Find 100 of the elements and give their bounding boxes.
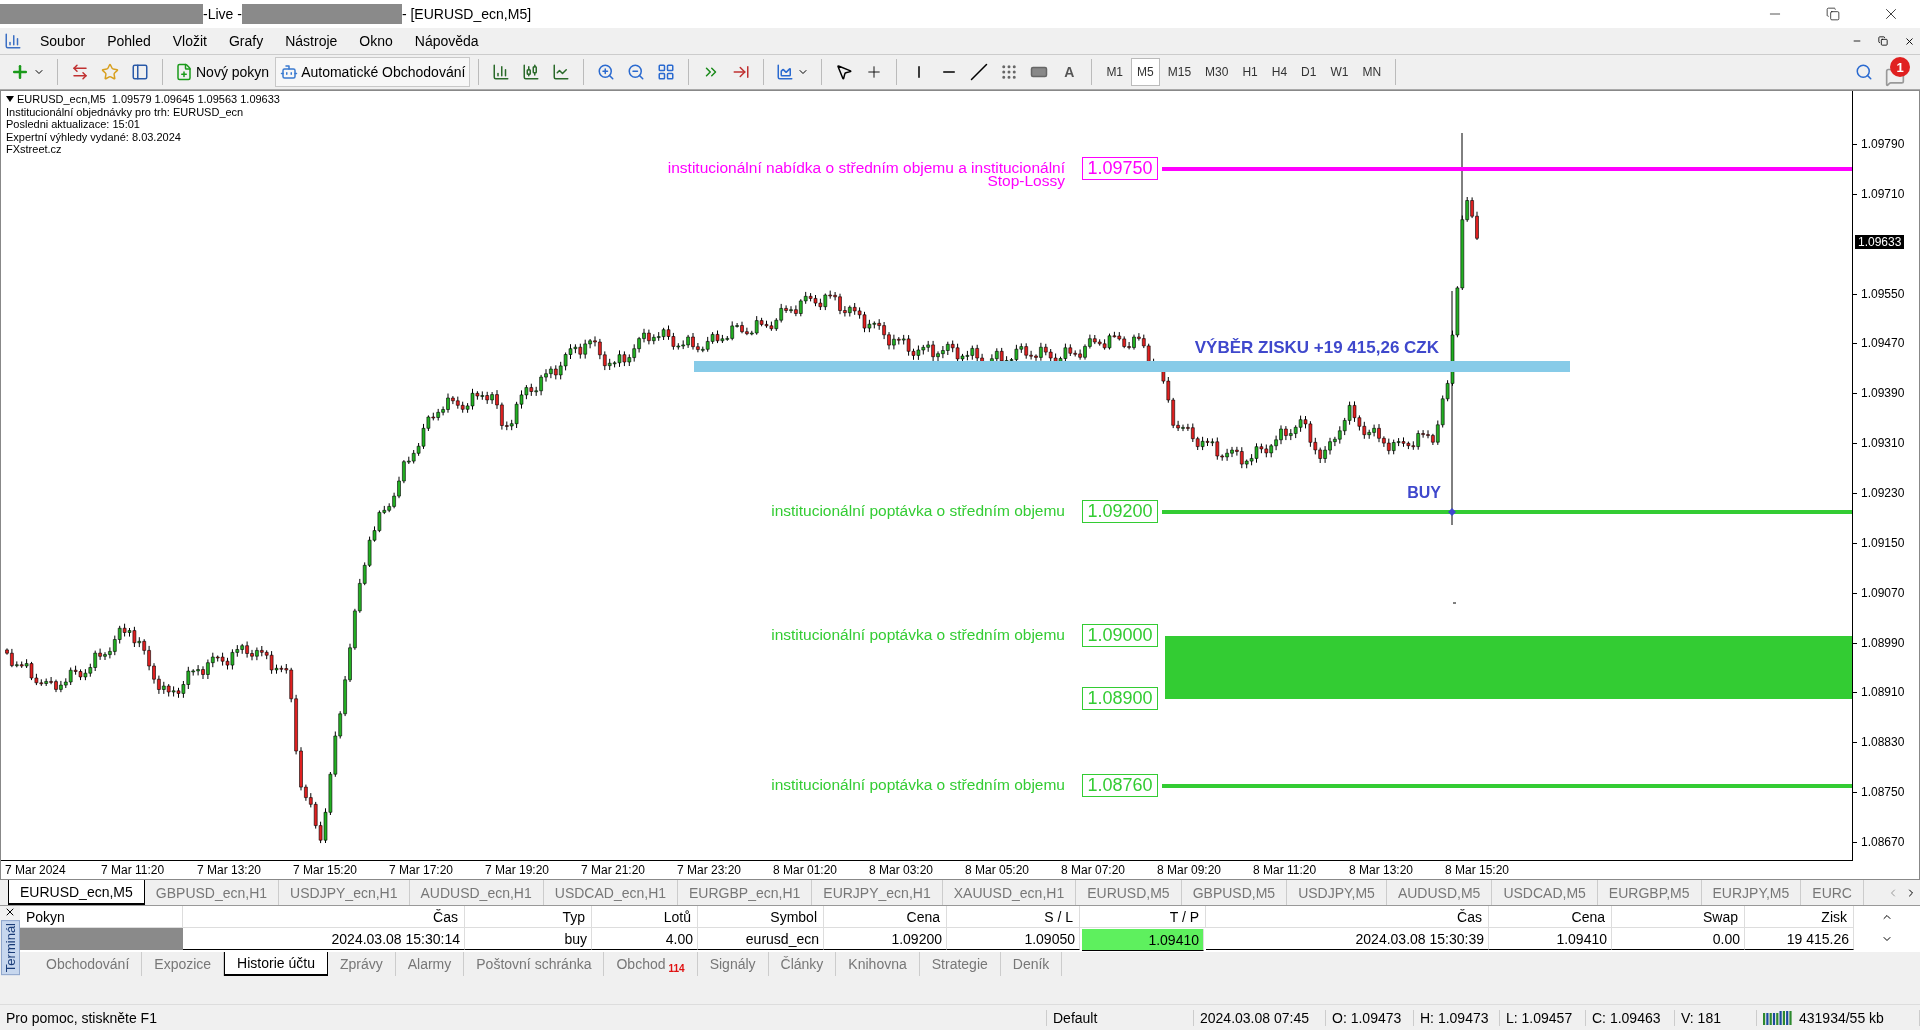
time-tick-label: 7 Mar 13:20: [197, 862, 263, 879]
timeframe-button[interactable]: M30: [1199, 58, 1235, 86]
auto-trading-button[interactable]: Automatické Obchodování: [275, 57, 471, 87]
search-icon[interactable]: [1855, 63, 1873, 81]
price-tick-label: 1.09070: [1861, 585, 1905, 600]
timeframe-button[interactable]: W1: [1324, 58, 1355, 86]
time-tick-label: 7 Mar 19:20: [485, 862, 551, 879]
info-line: FXstreet.cz: [6, 143, 63, 156]
cursor-icon[interactable]: [835, 63, 854, 81]
terminal-tab[interactable]: Články: [768, 952, 837, 976]
area-chart-icon[interactable]: [776, 63, 795, 81]
order-count: 114: [668, 962, 685, 974]
terminal-tab[interactable]: Signály: [697, 952, 769, 976]
info-line: Expertní výhledy vydané: 8.03.2024: [6, 130, 182, 143]
restore-icon[interactable]: [1826, 7, 1840, 21]
chart-tab[interactable]: EURGBP_ecn,H1: [678, 880, 813, 905]
menu-item[interactable]: Vložit: [162, 33, 219, 49]
price-level-box: 1.08900: [1082, 686, 1158, 710]
menu-item[interactable]: Grafy: [219, 33, 276, 49]
time-tick-label: 7 Mar 17:20: [389, 862, 455, 879]
panel-icon[interactable]: [131, 63, 149, 81]
column-header[interactable]: T / P: [1080, 906, 1206, 928]
price-tick-label: 1.09710: [1861, 186, 1905, 201]
close-icon[interactable]: [1903, 35, 1915, 47]
terminal-tab[interactable]: Historie účtu: [224, 952, 328, 976]
terminal-tab[interactable]: Deník: [1000, 952, 1063, 976]
robot-icon: [280, 63, 299, 81]
restore-icon[interactable]: [1878, 36, 1888, 46]
terminal-label[interactable]: Terminál: [0, 920, 20, 976]
collapse-icon[interactable]: [6, 96, 14, 103]
level-label: institucionální poptávka o středním objemu: [771, 777, 1065, 791]
status-text: Pro pomoc, stiskněte F1: [6, 1009, 157, 1026]
menu-item[interactable]: Pohled: [97, 33, 163, 49]
time-tick-label: 7 Mar 11:20: [101, 862, 166, 879]
dotted-grid-icon[interactable]: [1000, 63, 1019, 81]
table-cell: 2024.03.08 15:30:14: [183, 928, 465, 950]
level-label: institucionální poptávka o středním objemu: [771, 503, 1065, 517]
candlestick-icon[interactable]: [522, 63, 541, 81]
chart-tab[interactable]: EURC: [1801, 880, 1864, 905]
timeframe-button[interactable]: D1: [1295, 58, 1323, 86]
chart-tab[interactable]: GBPUSD_ecn,H1: [144, 880, 280, 905]
line-chart-icon[interactable]: [552, 63, 571, 81]
chart-tab[interactable]: AUDUSD_ecn,H1: [409, 880, 544, 905]
terminal-tab[interactable]: Zprávy: [327, 952, 396, 976]
diagonal-line-icon[interactable]: [970, 63, 989, 81]
menu-item[interactable]: Okno: [349, 33, 405, 49]
bar-chart-icon[interactable]: [492, 63, 511, 81]
plus-icon[interactable]: [10, 62, 30, 82]
table-cell: 1.09410: [1489, 928, 1612, 950]
time-tick-label: 8 Mar 11:20: [1253, 862, 1318, 879]
terminal-tab[interactable]: Alarmy: [395, 952, 465, 976]
chart-tab[interactable]: EURGBP,M5: [1597, 880, 1702, 905]
timeframe-button[interactable]: M5: [1131, 58, 1160, 86]
table-cell: 19 415.26: [1745, 928, 1854, 950]
terminal-tab[interactable]: Obchod 114: [604, 952, 698, 976]
terminal-tab[interactable]: Poštovní schránka: [464, 952, 605, 976]
chart-tab[interactable]: USDCAD_ecn,H1: [543, 880, 679, 905]
zoom-out-icon[interactable]: [627, 63, 646, 81]
timeframe-button[interactable]: H1: [1236, 58, 1264, 86]
chart-tab[interactable]: EURJPY_ecn,H1: [812, 880, 943, 905]
app-icon[interactable]: [4, 32, 22, 50]
price-level-box: 1.09750: [1082, 156, 1158, 180]
chart-tab[interactable]: EURJPY,M5: [1701, 880, 1802, 905]
text-tool-button[interactable]: A: [1055, 57, 1084, 87]
price-tick-label: 1.09390: [1861, 386, 1905, 401]
chart-tab[interactable]: EURUSD,M5: [1076, 880, 1182, 905]
arrow-to-line-icon[interactable]: [732, 63, 751, 81]
time-tick-label: 7 Mar 23:20: [677, 862, 743, 879]
chart-tab[interactable]: USDJPY,M5: [1287, 880, 1387, 905]
table-cell: buy: [465, 928, 592, 950]
status-text: L: 1.09457: [1506, 1009, 1573, 1026]
close-icon[interactable]: [4, 906, 16, 918]
timeframe-button[interactable]: H4: [1265, 58, 1294, 86]
chart-tab[interactable]: AUDUSD,M5: [1386, 880, 1493, 905]
price-tick-label: 1.08670: [1861, 835, 1905, 849]
window-title: -Live -: [203, 6, 242, 22]
star-icon[interactable]: [101, 63, 119, 81]
timeframe-button[interactable]: M15: [1161, 58, 1198, 86]
timeframe-button[interactable]: MN: [1356, 58, 1388, 86]
chart-tab[interactable]: USDJPY_ecn,H1: [279, 880, 410, 905]
chart-tab[interactable]: XAUUSD_ecn,H1: [942, 880, 1077, 905]
arrows-icon[interactable]: [71, 63, 89, 81]
table-cell: 1.09050: [947, 928, 1080, 950]
price-level-box: 1.09200: [1082, 499, 1158, 523]
menu-item[interactable]: Nápověda: [404, 33, 491, 49]
terminal-tab[interactable]: Strategie: [919, 952, 1001, 976]
timeframe-button[interactable]: M1: [1100, 58, 1130, 86]
time-tick-label: 7 Mar 15:20: [293, 862, 359, 879]
chart-tab[interactable]: USDCAD,M5: [1492, 880, 1598, 905]
price-tick-label: 1.09470: [1861, 336, 1905, 351]
price-tick-label: 1.08990: [1861, 635, 1905, 650]
zoom-in-icon[interactable]: [597, 63, 616, 81]
new-order-button[interactable]: Nový pokyn: [171, 57, 274, 87]
menu-item[interactable]: Soubor: [30, 33, 98, 49]
chart-tab[interactable]: EURUSD_ecn,M5: [8, 880, 145, 905]
terminal-tab[interactable]: Obchodování: [34, 952, 143, 976]
grid-icon[interactable]: [657, 63, 676, 81]
chart-tab[interactable]: GBPUSD,M5: [1181, 880, 1288, 905]
menu-item[interactable]: Nástroje: [275, 33, 350, 49]
terminal-tab[interactable]: Knihovna: [836, 952, 920, 976]
